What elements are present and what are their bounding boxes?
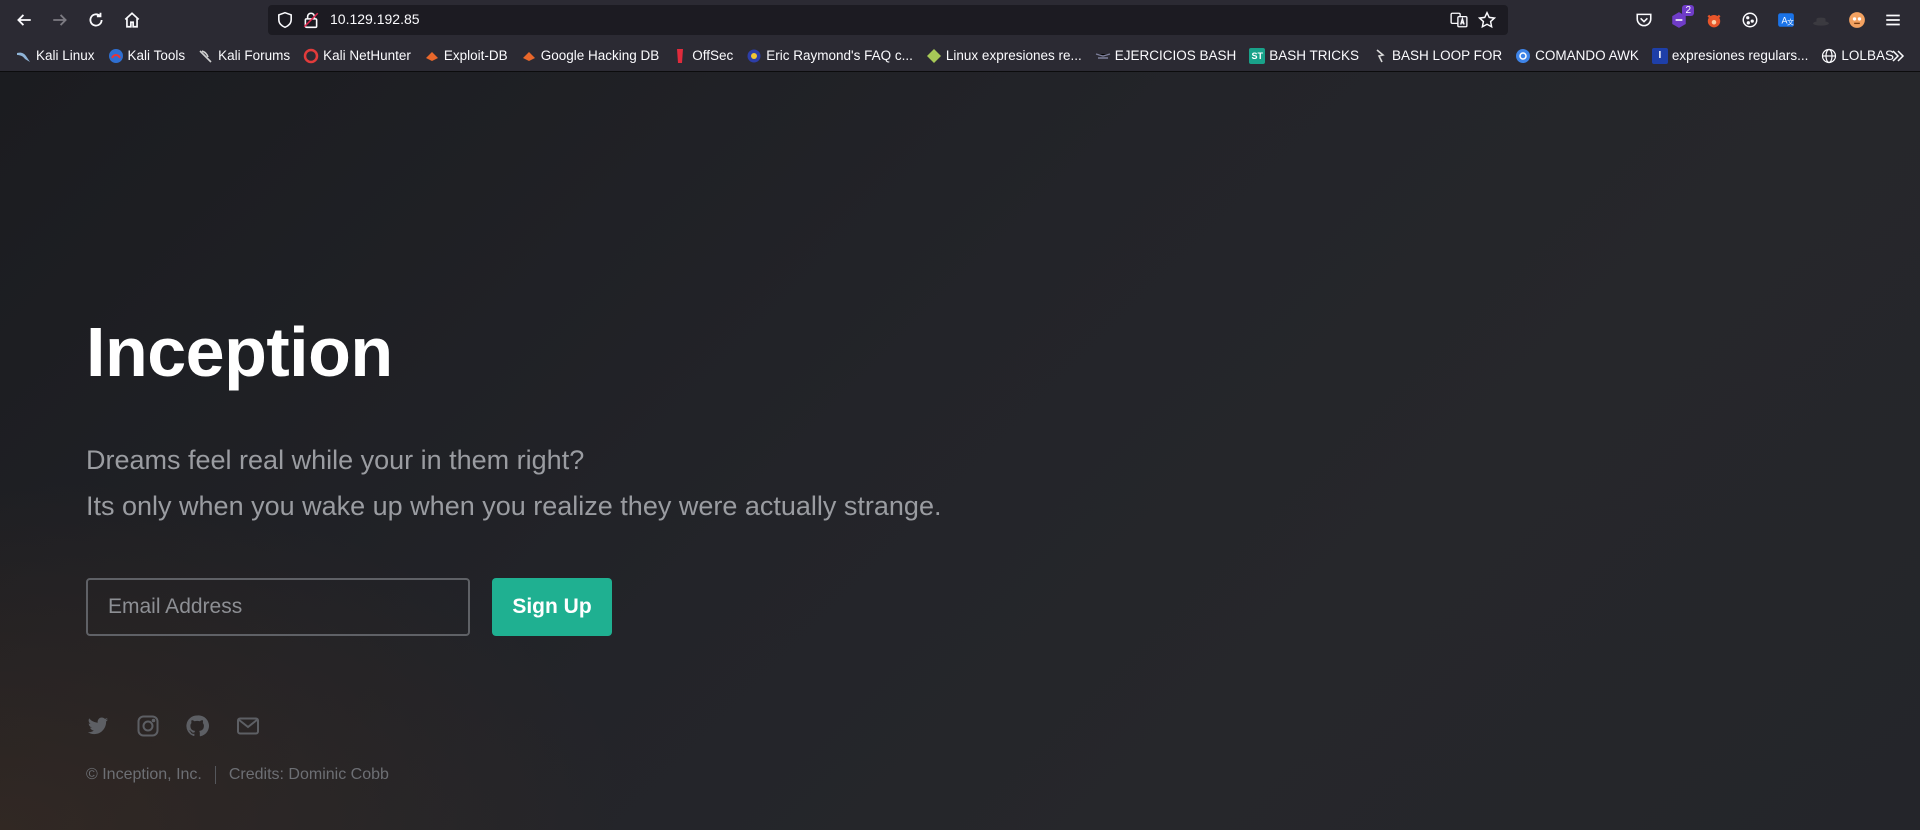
- page-title: Inception: [86, 313, 393, 391]
- st-icon: ST: [1249, 47, 1266, 64]
- bookmark-label: Google Hacking DB: [540, 48, 660, 63]
- bookmark-label: COMANDO AWK: [1535, 48, 1639, 63]
- arrow-right-icon: [53, 14, 67, 26]
- svg-text:文: 文: [1787, 18, 1794, 27]
- bookmark-expresiones-regulars[interactable]: I expresiones regulars...: [1648, 44, 1813, 68]
- bookmark-label: Exploit-DB: [443, 48, 508, 63]
- bookmark-label: Linux expresiones re...: [945, 48, 1082, 63]
- github-link[interactable]: [183, 712, 211, 740]
- exploitdb-icon: [521, 48, 537, 64]
- kali-dragon-icon: [16, 48, 32, 64]
- extension-button-hat[interactable]: [1809, 8, 1833, 32]
- home-icon: [124, 12, 140, 28]
- regex-icon: I: [1651, 47, 1668, 64]
- bookmark-bash-tricks[interactable]: ST BASH TRICKS: [1245, 44, 1363, 68]
- bookmark-eric-raymond-faq[interactable]: Eric Raymond's FAQ c...: [742, 44, 917, 68]
- bookmark-kali-tools[interactable]: Kali Tools: [104, 44, 190, 68]
- lead-text-line-2: Its only when you wake up when you reali…: [86, 491, 942, 521]
- bookmark-comando-awk[interactable]: COMANDO AWK: [1511, 44, 1643, 68]
- bookmark-kali-linux[interactable]: Kali Linux: [12, 44, 99, 68]
- pocket-icon: [1636, 13, 1652, 27]
- hamburger-menu-icon: [1886, 14, 1900, 26]
- extension-badge: 2: [1682, 5, 1694, 16]
- translate-extension-icon: A文: [1778, 13, 1794, 27]
- loop-icon: [1372, 48, 1388, 64]
- url-bar[interactable]: 10.129.192.85: [268, 5, 1508, 35]
- star-icon[interactable]: [1478, 11, 1496, 29]
- pocket-button[interactable]: [1632, 8, 1656, 32]
- translate-icon[interactable]: [1450, 11, 1468, 29]
- hat-icon: [1813, 17, 1829, 26]
- offsec-icon: [672, 48, 688, 64]
- kali-tools-icon: [108, 48, 124, 64]
- lead-text-line-1: Dreams feel real while your in them righ…: [86, 445, 585, 475]
- arrow-left-icon: [17, 14, 31, 26]
- exploitdb-icon: [424, 48, 440, 64]
- instagram-icon: [137, 715, 159, 737]
- bash-icon: [1095, 48, 1111, 64]
- extension-button-purple[interactable]: 2: [1667, 5, 1694, 32]
- bookmark-label: Kali Forums: [218, 48, 291, 63]
- bookmark-label: Eric Raymond's FAQ c...: [766, 48, 913, 63]
- bookmark-label: BASH LOOP FOR: [1392, 48, 1503, 63]
- bookmark-label: Kali Tools: [127, 48, 186, 63]
- url-text[interactable]: 10.129.192.85: [330, 11, 420, 27]
- email-link[interactable]: [234, 712, 262, 740]
- page-content: Inception Dreams feel real while your in…: [0, 72, 1920, 830]
- extension-button-avatar[interactable]: [1845, 8, 1869, 32]
- linux-icon: [926, 48, 942, 64]
- browser-toolbar: 10.129.192.85 2 A文: [0, 0, 1920, 40]
- extension-button-fox[interactable]: [1702, 8, 1726, 32]
- app-menu-button[interactable]: [1881, 8, 1905, 32]
- bookmark-kali-forums[interactable]: Kali Forums: [194, 44, 294, 68]
- bookmark-label: EJERCICIOS BASH: [1114, 48, 1237, 63]
- lock-icon[interactable]: [302, 11, 320, 29]
- footer-copyright: © Inception, Inc.: [86, 766, 202, 783]
- twitter-icon: [87, 717, 109, 735]
- bookmark-offsec[interactable]: OffSec: [668, 44, 737, 68]
- footer-credits: Credits: Dominic Cobb: [228, 766, 389, 783]
- shield-icon[interactable]: [276, 11, 294, 29]
- home-button[interactable]: [117, 5, 147, 35]
- instagram-link[interactable]: [134, 712, 162, 740]
- mail-icon: [237, 717, 259, 735]
- bookmark-linux-expresiones[interactable]: Linux expresiones re...: [922, 44, 1086, 68]
- bookmarks-toolbar: Kali Linux Kali Tools Kali Forums Kali N…: [0, 40, 1920, 72]
- bookmark-ejercicios-bash[interactable]: EJERCICIOS BASH: [1091, 44, 1241, 68]
- footer-divider: [214, 766, 216, 784]
- avatar-icon: [1849, 12, 1865, 28]
- email-input[interactable]: [86, 578, 470, 636]
- bookmark-label: Kali NetHunter: [323, 48, 411, 63]
- globe-icon: [1821, 48, 1837, 64]
- nethunter-icon: [303, 48, 319, 64]
- github-icon: [186, 715, 209, 737]
- extension-button-translate[interactable]: A文: [1774, 8, 1798, 32]
- bookmarks-overflow-button[interactable]: [1886, 44, 1910, 68]
- bookmark-exploit-db[interactable]: Exploit-DB: [420, 44, 512, 68]
- bookmark-google-hacking-db[interactable]: Google Hacking DB: [517, 44, 664, 68]
- bookmark-label: Kali Linux: [36, 48, 95, 63]
- twitter-link[interactable]: [84, 712, 112, 740]
- cookie-icon: [1742, 12, 1758, 28]
- reload-button[interactable]: [81, 5, 111, 35]
- signup-button[interactable]: Sign Up: [492, 578, 612, 636]
- fox-icon: [1707, 14, 1721, 28]
- faq-icon: [746, 48, 762, 64]
- bookmark-label: expresiones regulars...: [1671, 48, 1809, 63]
- bookmark-label: OffSec: [692, 48, 734, 63]
- reload-icon: [89, 12, 103, 27]
- bookmark-kali-nethunter[interactable]: Kali NetHunter: [299, 44, 415, 68]
- awk-icon: [1515, 48, 1531, 64]
- bookmark-label: BASH TRICKS: [1269, 48, 1360, 63]
- footer: © Inception, Inc. Credits: Dominic Cobb: [86, 766, 389, 784]
- kali-dragon-icon: [198, 48, 214, 64]
- chevron-double-right-icon: [1892, 50, 1905, 62]
- extension-button-cookie[interactable]: [1738, 8, 1762, 32]
- bookmark-bash-loop-for[interactable]: BASH LOOP FOR: [1368, 44, 1506, 68]
- back-button[interactable]: [9, 5, 39, 35]
- forward-button[interactable]: [45, 5, 75, 35]
